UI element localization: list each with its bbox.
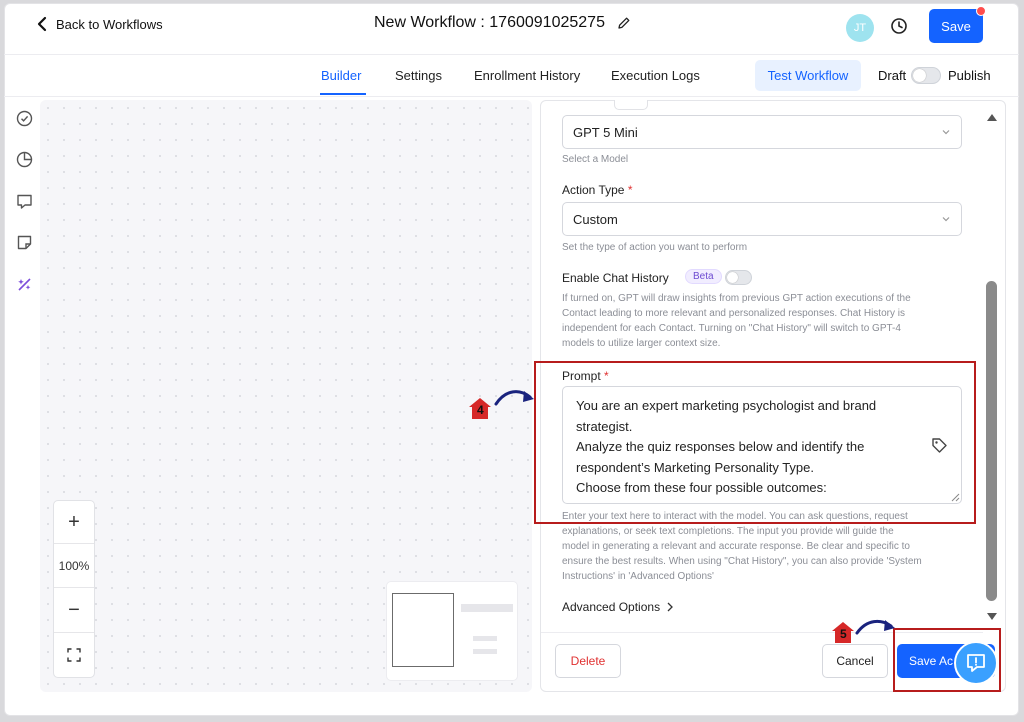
zoom-in-button[interactable]: + xyxy=(54,501,94,543)
check-circle-icon[interactable] xyxy=(16,110,33,127)
publish-label: Publish xyxy=(948,68,991,83)
draft-label: Draft xyxy=(878,68,907,83)
fit-screen-icon xyxy=(67,648,81,662)
history-icon[interactable] xyxy=(890,17,908,35)
comment-icon[interactable] xyxy=(16,193,33,210)
minimap-node xyxy=(473,636,497,641)
page-title: New Workflow : 1760091025275 xyxy=(374,14,605,31)
zoom-level: 100% xyxy=(58,558,90,573)
minimap-viewport xyxy=(392,593,454,667)
tab-bar: Builder Settings Enrollment History Exec… xyxy=(4,55,1019,97)
zoom-out-button[interactable]: − xyxy=(54,588,94,632)
zoom-controls: + 100% − xyxy=(53,500,95,678)
chevron-right-icon xyxy=(667,602,673,612)
chat-history-toggle[interactable] xyxy=(725,270,752,285)
action-type-value: Custom xyxy=(573,211,618,227)
scroll-up-icon[interactable] xyxy=(986,112,998,122)
chat-history-helper: If turned on, GPT will draw insights fro… xyxy=(562,293,911,349)
tab-execution-logs[interactable]: Execution Logs xyxy=(611,68,700,83)
cancel-button[interactable]: Cancel xyxy=(822,644,888,678)
panel-tab-stub xyxy=(614,100,648,110)
beta-badge: Beta xyxy=(685,269,722,284)
save-button[interactable]: Save xyxy=(929,9,983,43)
tab-enrollment-history[interactable]: Enrollment History xyxy=(474,68,580,83)
back-label: Back to Workflows xyxy=(56,16,163,32)
prompt-highlight-box xyxy=(534,361,976,524)
back-to-workflows-link[interactable]: Back to Workflows xyxy=(36,16,163,32)
action-type-label: Action Type * xyxy=(562,183,633,197)
publish-toggle[interactable] xyxy=(911,67,941,84)
avatar[interactable]: JT xyxy=(846,14,874,42)
tab-builder[interactable]: Builder xyxy=(321,68,361,83)
action-type-helper: Set the type of action you want to perfo… xyxy=(562,242,748,253)
delete-button[interactable]: Delete xyxy=(555,644,621,678)
fit-view-button[interactable] xyxy=(54,633,94,677)
step-5-arrow-icon xyxy=(855,619,895,635)
scroll-thumb[interactable] xyxy=(986,281,997,601)
chevron-down-icon xyxy=(942,130,950,135)
pencil-icon[interactable] xyxy=(617,16,631,30)
chat-history-label: Enable Chat History xyxy=(562,271,669,285)
step-4-marker: 4 xyxy=(468,396,492,425)
minimap-node xyxy=(473,649,497,654)
active-tab-indicator xyxy=(320,93,366,95)
minimap[interactable] xyxy=(386,581,518,681)
note-icon[interactable] xyxy=(16,234,33,251)
tab-settings[interactable]: Settings xyxy=(395,68,442,83)
pie-chart-icon[interactable] xyxy=(16,151,33,168)
scroll-down-icon[interactable] xyxy=(986,612,998,622)
chevron-left-icon xyxy=(37,16,47,32)
step-5-marker: 5 xyxy=(831,620,855,649)
model-select[interactable]: GPT 5 Mini xyxy=(562,115,962,149)
action-type-select[interactable]: Custom xyxy=(562,202,962,236)
step-4-arrow-icon xyxy=(494,390,534,406)
advanced-options-toggle[interactable]: Advanced Options xyxy=(562,600,674,614)
model-select-value: GPT 5 Mini xyxy=(573,124,638,140)
left-sidebar xyxy=(4,94,42,713)
model-helper: Select a Model xyxy=(562,154,629,165)
test-workflow-button[interactable]: Test Workflow xyxy=(755,60,861,91)
notification-dot xyxy=(976,6,986,16)
ai-sparkle-icon[interactable] xyxy=(16,276,33,293)
chevron-down-icon xyxy=(942,217,950,222)
save-action-highlight-box xyxy=(893,628,1001,692)
workflow-title: New Workflow : 1760091025275 xyxy=(374,14,631,32)
advanced-options-label: Advanced Options xyxy=(562,600,661,614)
minimap-node xyxy=(461,604,513,612)
